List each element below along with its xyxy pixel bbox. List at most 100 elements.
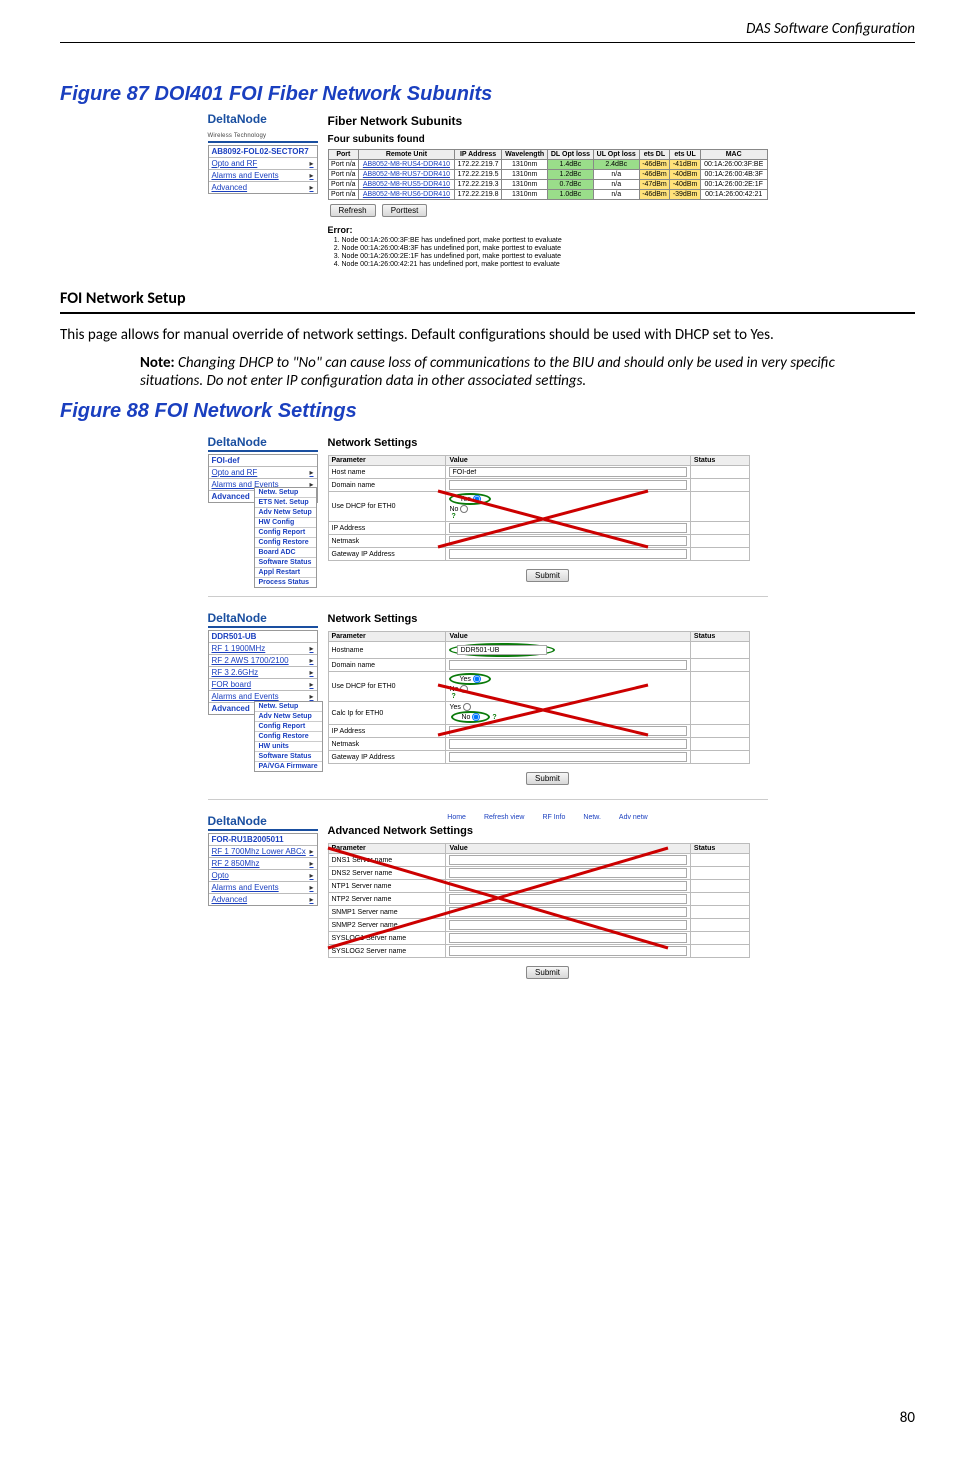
nav-rf1[interactable]: RF 1 1900MHz▸: [209, 643, 317, 655]
nav-rf2[interactable]: RF 2 850Mhz▸: [209, 858, 317, 870]
refresh-button[interactable]: Refresh: [330, 204, 376, 217]
help-icon[interactable]: ?: [451, 693, 455, 700]
domain-input[interactable]: [449, 660, 686, 670]
nav-opto-rf[interactable]: Opto and RF▸: [209, 158, 317, 170]
ip-input[interactable]: [449, 523, 686, 533]
ntp1-input[interactable]: [449, 881, 686, 891]
table-row: SYSLOG2 Server name: [328, 945, 749, 958]
nav-opto[interactable]: Opto▸: [209, 870, 317, 882]
submenu-item[interactable]: Appl Restart: [255, 568, 316, 578]
table-row: Netmask: [328, 738, 749, 751]
dns2-input[interactable]: [449, 868, 686, 878]
network-settings-table: ParameterValueStatus Hostname Domain nam…: [328, 631, 750, 764]
figure-87-title: Figure 87 DOI401 FOI Fiber Network Subun…: [60, 83, 915, 106]
dns1-input[interactable]: [449, 855, 686, 865]
table-row: Domain name: [328, 479, 749, 492]
nav-netw[interactable]: Netw.: [583, 814, 601, 821]
adv-network-settings-table: ParameterValueStatus DNS1 Server name DN…: [328, 843, 750, 958]
submit-button[interactable]: Submit: [526, 569, 569, 582]
table-row: Gateway IP Address: [328, 548, 749, 561]
dhcp-yes-radio[interactable]: [473, 495, 481, 503]
nav-rfinfo[interactable]: RF Info: [542, 814, 565, 821]
side-title: DDR501-UB: [209, 631, 317, 643]
calcip-no-radio[interactable]: [472, 713, 480, 721]
fiber-table: PortRemote UnitIP AddressWavelengthDL Op…: [328, 149, 768, 200]
submenu-item[interactable]: PA/VGA Firmware: [255, 762, 322, 771]
figure-88-panel-3: DeltaNode FOR-RU1B2005011 RF 1 700Mhz Lo…: [208, 808, 768, 993]
figure-88-panel-1: DeltaNode FOI-def Opto and RF▸ Alarms an…: [208, 429, 768, 597]
submit-button[interactable]: Submit: [526, 966, 569, 979]
dhcp-no-radio[interactable]: [460, 685, 468, 693]
submenu-item[interactable]: Config Restore: [255, 538, 316, 548]
submenu-item[interactable]: HW units: [255, 742, 322, 752]
submenu-item[interactable]: Software Status: [255, 752, 322, 762]
nav-alarms[interactable]: Alarms and Events▸: [209, 170, 317, 182]
snmp2-input[interactable]: [449, 920, 686, 930]
domain-input[interactable]: [449, 480, 686, 490]
hostname-input[interactable]: [457, 645, 547, 655]
gateway-input[interactable]: [449, 549, 686, 559]
nav-rf1[interactable]: RF 1 700Mhz Lower ABCx▸: [209, 846, 317, 858]
submenu-item[interactable]: Process Status: [255, 578, 316, 587]
submenu-item[interactable]: Software Status: [255, 558, 316, 568]
logo: DeltaNode: [208, 814, 318, 831]
logo: DeltaNode: [208, 611, 318, 628]
ntp2-input[interactable]: [449, 894, 686, 904]
submenu-item[interactable]: Config Report: [255, 528, 316, 538]
table-row: NTP2 Server name: [328, 893, 749, 906]
table-row: SNMP1 Server name: [328, 906, 749, 919]
nav-rf2[interactable]: RF 2 AWS 1700/2100▸: [209, 655, 317, 667]
submenu-item[interactable]: Adv Netw Setup: [255, 508, 316, 518]
nav-home[interactable]: Home: [447, 814, 466, 821]
gateway-input[interactable]: [449, 752, 686, 762]
calcip-yes-radio[interactable]: [463, 703, 471, 711]
table-row: DNS1 Server name: [328, 854, 749, 867]
syslog1-input[interactable]: [449, 933, 686, 943]
netmask-input[interactable]: [449, 739, 686, 749]
remote-unit-link[interactable]: AB8052-M8-RUS7-DDR410: [363, 171, 450, 178]
help-icon[interactable]: ?: [451, 513, 455, 520]
table-row: IP Address: [328, 725, 749, 738]
side-title: FOR-RU1B2005011: [209, 834, 317, 846]
help-icon[interactable]: ?: [492, 714, 496, 721]
submenu-item[interactable]: Config Report: [255, 722, 322, 732]
hostname-input[interactable]: [449, 467, 686, 477]
submenu-item[interactable]: Adv Netw Setup: [255, 712, 322, 722]
netmask-input[interactable]: [449, 536, 686, 546]
nav-for-board[interactable]: FOR board▸: [209, 679, 317, 691]
dhcp-no-radio[interactable]: [460, 505, 468, 513]
snmp1-input[interactable]: [449, 907, 686, 917]
submenu-item[interactable]: ETS Net. Setup: [255, 498, 316, 508]
note-block: Note: Changing DHCP to "No" can cause lo…: [140, 354, 895, 390]
nav-advnetw[interactable]: Adv netw: [619, 814, 648, 821]
remote-unit-link[interactable]: AB8052-M8-RUS6-DDR410: [363, 191, 450, 198]
table-row: Host name: [328, 466, 749, 479]
table-row: Port n/aAB8052-M8-RUS4-DDR410172.22.219.…: [328, 160, 767, 170]
nav-alarms[interactable]: Alarms and Events▸: [209, 882, 317, 894]
submenu: Netw. Setup ETS Net. Setup Adv Netw Setu…: [254, 487, 317, 588]
submenu-item[interactable]: Board ADC: [255, 548, 316, 558]
table-row: Use DHCP for ETH0 Yes No?: [328, 492, 749, 522]
nav-advanced[interactable]: Advanced▸: [209, 894, 317, 905]
submenu-item[interactable]: HW Config: [255, 518, 316, 528]
submenu-item[interactable]: Config Restore: [255, 732, 322, 742]
nav-advanced[interactable]: Advanced▸: [209, 182, 317, 193]
ip-input[interactable]: [449, 726, 686, 736]
remote-unit-link[interactable]: AB8052-M8-RUS5-DDR410: [363, 181, 450, 188]
nav-rf3[interactable]: RF 3 2.6GHz▸: [209, 667, 317, 679]
top-nav: Home Refresh view RF Info Netw. Adv netw: [328, 814, 768, 821]
table-row: Port n/aAB8052-M8-RUS7-DDR410172.22.219.…: [328, 170, 767, 180]
figure-88-title: Figure 88 FOI Network Settings: [60, 400, 915, 423]
dhcp-yes-radio[interactable]: [473, 675, 481, 683]
submit-button[interactable]: Submit: [526, 772, 569, 785]
submenu-item[interactable]: Netw. Setup: [255, 488, 316, 498]
porttest-button[interactable]: Porttest: [382, 204, 428, 217]
remote-unit-link[interactable]: AB8052-M8-RUS4-DDR410: [363, 161, 450, 168]
submenu-item[interactable]: Netw. Setup: [255, 702, 322, 712]
table-row: IP Address: [328, 522, 749, 535]
table-row: SYSLOG1 Server name: [328, 932, 749, 945]
nav-refresh[interactable]: Refresh view: [484, 814, 524, 821]
table-row: Hostname: [328, 642, 749, 659]
nav-opto-rf[interactable]: Opto and RF▸: [209, 467, 317, 479]
syslog2-input[interactable]: [449, 946, 686, 956]
